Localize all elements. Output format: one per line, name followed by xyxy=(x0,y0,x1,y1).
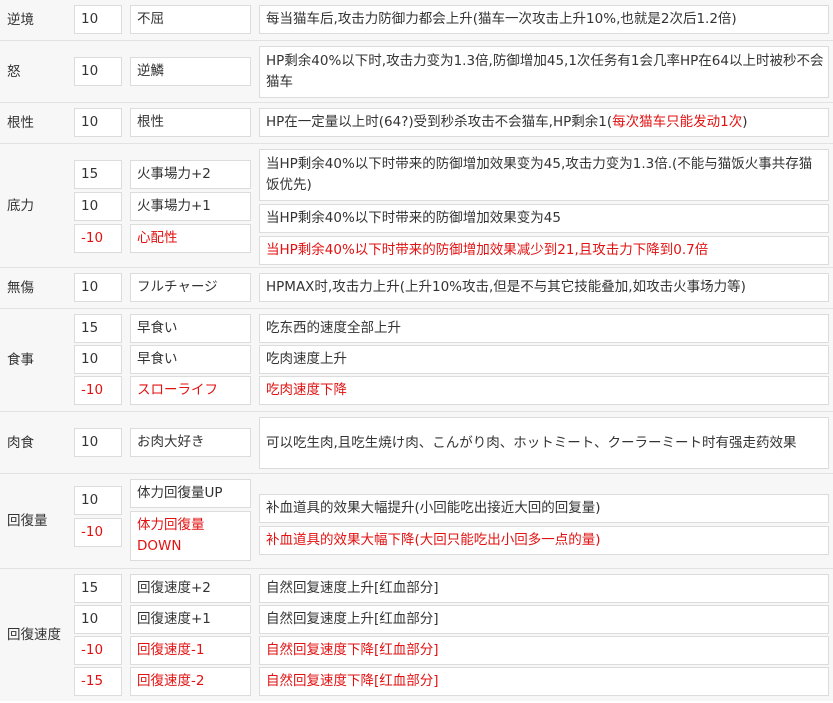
skill-points: 10 xyxy=(74,108,122,137)
skill-points: 15 xyxy=(74,574,122,603)
skill-description: 当HP剩余40%以下时带来的防御增加效果减少到21,且攻击力下降到0.7倍 xyxy=(259,236,829,265)
category-label: 逆境 xyxy=(7,12,34,28)
skill-row-konjou: 根性 10 根性 HP在一定量以上时(64?)受到秒杀攻击不会猫车,HP剩余1(… xyxy=(0,103,833,144)
skill-name: 回復速度+2 xyxy=(130,574,251,603)
skill-name: 体力回復量UP xyxy=(130,479,251,508)
skill-points: 10 xyxy=(74,57,122,86)
skill-name: フルチャージ xyxy=(130,273,251,302)
skill-description: 吃东西的速度全部上升 xyxy=(259,314,829,343)
skill-points: -15 xyxy=(74,667,122,696)
skill-points: 10 xyxy=(74,192,122,221)
skill-name: 心配性 xyxy=(130,224,251,253)
skill-description-text: HP在一定量以上时(64?)受到秒杀攻击不会猫车,HP剩余1( xyxy=(266,114,613,130)
skill-points: 10 xyxy=(74,428,122,457)
skill-points: 15 xyxy=(74,314,122,343)
skill-name: スローライフ xyxy=(130,376,251,405)
category-label: 無傷 xyxy=(7,280,34,296)
skill-name: 早食い xyxy=(130,345,251,374)
category-label: 食事 xyxy=(7,352,34,368)
category-label: 肉食 xyxy=(7,434,34,451)
skill-description: 补血道具的效果大幅下降(大回只能吃出小回多一点的量) xyxy=(259,526,829,555)
skill-points: 10 xyxy=(74,486,122,515)
skill-description: 自然回复速度下降[红血部分] xyxy=(259,636,829,665)
skill-description: 当HP剩余40%以下时带来的防御增加效果变为45,攻击力变为1.3倍.(不能与猫… xyxy=(259,149,829,201)
skill-row-kaifukusokudo: 回復速度 15 回復速度+2 自然回复速度上升[红血部分] 10 回復速度+1 … xyxy=(0,569,833,701)
skill-description-tail: ) xyxy=(742,114,748,130)
skill-description-warning: 每次猫车只能发动1次 xyxy=(612,114,743,130)
skill-points: -10 xyxy=(74,518,122,547)
skill-points: -10 xyxy=(74,224,122,253)
skill-name: 回復速度-1 xyxy=(130,636,251,665)
skill-row-shokuji: 食事 15 早食い 吃东西的速度全部上升 10 早食い 吃肉速度上升 -10 ス… xyxy=(0,309,833,412)
skill-description: 可以吃生肉,且吃生焼け肉、こんがり肉、ホットミート、クーラーミート时有强走药效果 xyxy=(259,417,829,469)
skill-description: 吃肉速度上升 xyxy=(259,345,829,374)
category-label: 回復速度 xyxy=(7,627,61,643)
skill-name: 回復速度-2 xyxy=(130,667,251,696)
skill-points: 10 xyxy=(74,605,122,634)
category-label: 根性 xyxy=(7,115,34,131)
skill-description: 当HP剩余40%以下时带来的防御增加效果变为45 xyxy=(259,204,829,233)
skill-points: -10 xyxy=(74,636,122,665)
skill-name: 体力回復量DOWN xyxy=(130,511,251,561)
skill-points: 10 xyxy=(74,5,122,34)
skill-description: HPMAX时,攻击力上升(上升10%攻击,但是不与其它技能叠加,如攻击火事场力等… xyxy=(259,273,829,302)
category-label: 底力 xyxy=(7,197,34,214)
skill-description: HP剩余40%以下时,攻击力变为1.3倍,防御增加45,1次任务有1会几率HP在… xyxy=(259,46,829,98)
skill-description: HP在一定量以上时(64?)受到秒杀攻击不会猫车,HP剩余1(每次猫车只能发动1… xyxy=(259,108,829,137)
skill-points: 10 xyxy=(74,273,122,302)
skill-name: 火事場力+1 xyxy=(130,192,251,221)
skill-name: 逆鱗 xyxy=(130,57,251,86)
skill-row-ikari: 怒 10 逆鱗 HP剩余40%以下时,攻击力变为1.3倍,防御增加45,1次任务… xyxy=(0,41,833,103)
skill-row-mukizu: 無傷 10 フルチャージ HPMAX时,攻击力上升(上升10%攻击,但是不与其它… xyxy=(0,268,833,309)
skill-row-kaifukuryou: 回復量 10 体力回復量UP 补血道具的效果大幅提升(小回能吃出接近大回的回复量… xyxy=(0,474,833,569)
skill-name: 火事場力+2 xyxy=(130,160,251,189)
skill-name: お肉大好き xyxy=(130,428,251,457)
skill-description: 吃肉速度下降 xyxy=(259,376,829,405)
skill-description: 自然回复速度下降[红血部分] xyxy=(259,667,829,696)
skill-row-gyakkyou: 逆境 10 不屈 每当猫车后,攻击力防御力都会上升(猫车一次攻击上升10%,也就… xyxy=(0,0,833,41)
skill-description: 补血道具的效果大幅提升(小回能吃出接近大回的回复量) xyxy=(259,494,829,523)
skill-name: 不屈 xyxy=(130,5,251,34)
skill-points: 10 xyxy=(74,345,122,374)
skill-name: 早食い xyxy=(130,314,251,343)
category-label: 怒 xyxy=(7,63,21,80)
skill-row-nikushoku: 肉食 10 お肉大好き 可以吃生肉,且吃生焼け肉、こんがり肉、ホットミート、クー… xyxy=(0,412,833,474)
skill-points: -10 xyxy=(74,376,122,405)
skill-name: 根性 xyxy=(130,108,251,137)
skill-description: 每当猫车后,攻击力防御力都会上升(猫车一次攻击上升10%,也就是2次后1.2倍) xyxy=(259,5,829,34)
skill-row-sokojikara: 底力 15 火事場力+2 当HP剩余40%以下时带来的防御增加效果变为45,攻击… xyxy=(0,144,833,268)
skill-description: 自然回复速度上升[红血部分] xyxy=(259,574,829,603)
skill-points: 15 xyxy=(74,160,122,189)
skill-description: 自然回复速度上升[红血部分] xyxy=(259,605,829,634)
skill-name: 回復速度+1 xyxy=(130,605,251,634)
category-label: 回復量 xyxy=(7,513,48,529)
